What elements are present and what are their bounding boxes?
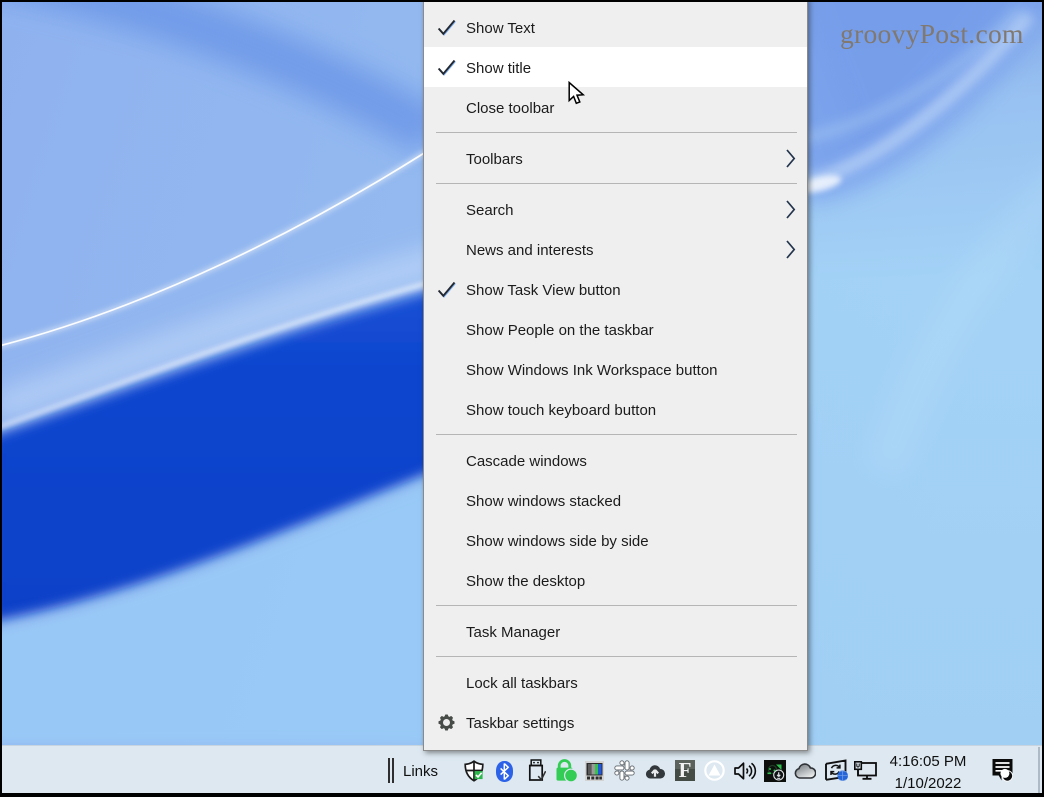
svg-text:F: F: [679, 760, 692, 781]
